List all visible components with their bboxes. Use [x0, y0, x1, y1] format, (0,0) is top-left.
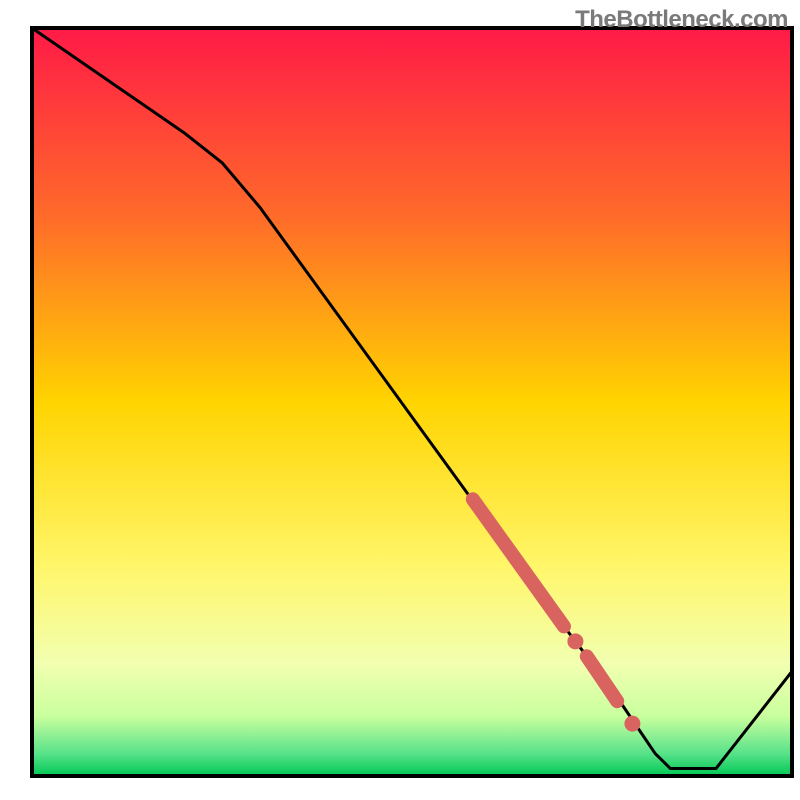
attribution-label: TheBottleneck.com — [575, 6, 788, 34]
bottleneck-chart — [0, 0, 800, 800]
series-highlight-point-2 — [624, 716, 640, 732]
series-highlight-point-1 — [567, 633, 583, 649]
chart-container: TheBottleneck.com — [0, 0, 800, 800]
plot-background — [32, 28, 792, 776]
